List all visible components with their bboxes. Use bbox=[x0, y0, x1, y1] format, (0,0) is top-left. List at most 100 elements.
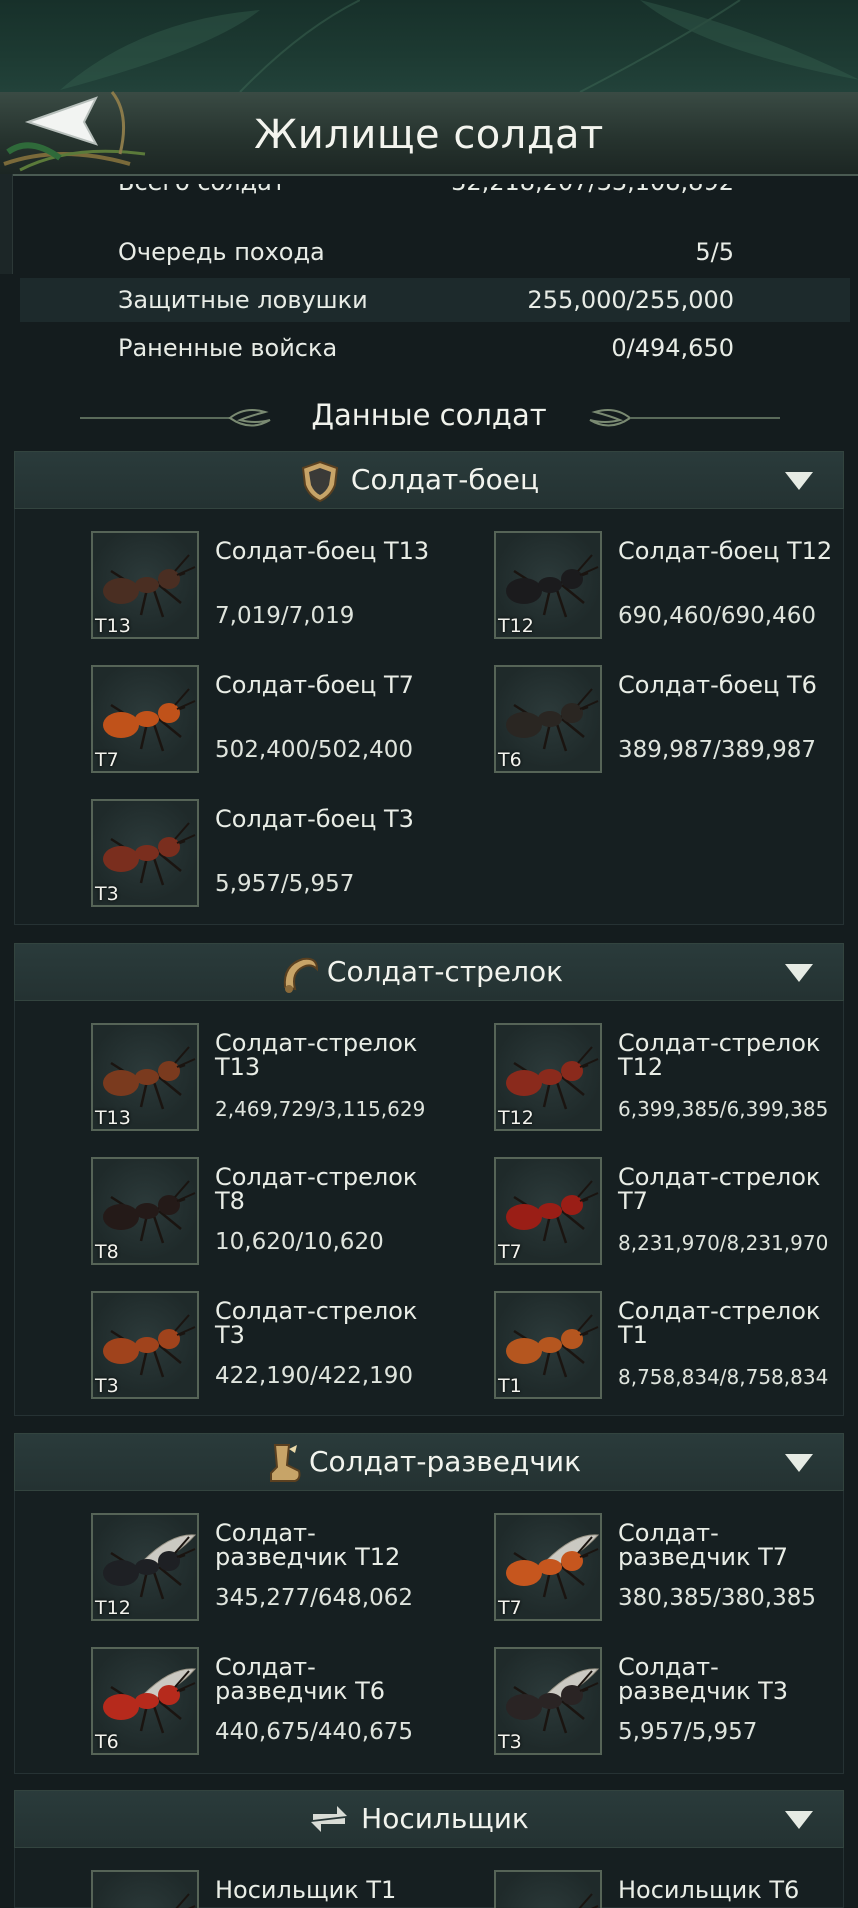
unit-thumbnail: T3 bbox=[494, 1647, 602, 1755]
unit-count: 7,019/7,019 bbox=[215, 603, 355, 629]
leaf-decoration-icon bbox=[579, 0, 858, 92]
unit-card[interactable]: T8 Солдат-стрелок T8 10,620/10,620 bbox=[15, 1157, 417, 1269]
stat-value: 5/5 bbox=[695, 238, 734, 266]
unit-card[interactable]: T13 Солдат-боец T13 7,019/7,019 bbox=[15, 531, 429, 643]
chevron-down-icon bbox=[785, 1811, 813, 1829]
page-title: Жилище солдат bbox=[254, 112, 604, 158]
tier-badge: T12 bbox=[498, 615, 534, 637]
tier-badge: T6 bbox=[95, 1731, 119, 1753]
unit-name: Солдат-боец T13 bbox=[215, 537, 430, 565]
unit-thumbnail: T13 bbox=[91, 1023, 199, 1131]
unit-thumbnail: T12 bbox=[91, 1513, 199, 1621]
unit-name: Солдат-стрелок T8 bbox=[215, 1163, 418, 1215]
category-body-fighter: T13 Солдат-боец T13 7,019/7,019 T12 Солд… bbox=[14, 509, 844, 925]
unit-thumbnail: T3 bbox=[91, 799, 199, 907]
unit-thumbnail: T7 bbox=[494, 1157, 602, 1265]
unit-count: 2,469,729/3,115,629 bbox=[215, 1097, 426, 1121]
tier-badge: T3 bbox=[498, 1731, 522, 1753]
category-header-shooter[interactable]: Солдат-стрелок bbox=[14, 943, 844, 1001]
section-caption: Данные солдат bbox=[0, 396, 858, 436]
unit-card[interactable]: Носильщик T11 bbox=[15, 1870, 395, 1908]
unit-thumbnail: T1 bbox=[494, 1291, 602, 1399]
stat-label: Всего солдат bbox=[118, 184, 286, 196]
ant-icon bbox=[578, 1893, 599, 1908]
unit-card[interactable]: T3 Солдат-стрелок T3 422,190/422,190 bbox=[15, 1291, 417, 1403]
category-title: Солдат-боец bbox=[350, 463, 540, 496]
unit-thumbnail bbox=[91, 1870, 199, 1908]
unit-thumbnail: T13 bbox=[91, 531, 199, 639]
chevron-down-icon bbox=[785, 964, 813, 982]
tier-badge: T7 bbox=[498, 1241, 522, 1263]
unit-count: 422,190/422,190 bbox=[215, 1363, 413, 1389]
unit-name: Солдат-стрелок T13 bbox=[215, 1029, 418, 1081]
unit-card[interactable]: T3 Солдат-разведчик T3 5,957/5,957 bbox=[418, 1647, 798, 1759]
unit-card[interactable]: T6 Солдат-разведчик T6 440,675/440,675 bbox=[15, 1647, 413, 1759]
tier-badge: T7 bbox=[95, 749, 119, 771]
stat-row-traps: Защитные ловушки 255,000/255,000 bbox=[20, 278, 850, 322]
unit-name: Солдат-разведчик T12 bbox=[215, 1519, 401, 1571]
unit-card[interactable]: T12 Солдат-боец T12 690,460/690,460 bbox=[418, 531, 832, 643]
category-title: Солдат-разведчик bbox=[308, 1445, 582, 1478]
unit-name: Солдат-стрелок T7 bbox=[618, 1163, 821, 1215]
stat-value: 0/494,650 bbox=[611, 334, 734, 362]
top-background bbox=[0, 0, 858, 92]
unit-thumbnail: T6 bbox=[494, 665, 602, 773]
tier-badge: T6 bbox=[498, 749, 522, 771]
tier-badge: T13 bbox=[95, 615, 131, 637]
unit-card[interactable]: T13 Солдат-стрелок T13 2,469,729/3,115,6… bbox=[15, 1023, 425, 1135]
ornament-right-icon bbox=[589, 409, 780, 427]
leaf-decoration-icon bbox=[60, 0, 360, 92]
unit-name: Солдат-боец T3 bbox=[215, 805, 414, 833]
header-bar: Жилище солдат bbox=[0, 91, 858, 176]
category-title: Солдат-стрелок bbox=[326, 955, 564, 988]
tier-badge: T1 bbox=[498, 1375, 522, 1397]
stat-row-wounded: Раненные войска 0/494,650 bbox=[20, 326, 850, 370]
chevron-down-icon bbox=[785, 1454, 813, 1472]
side-rail bbox=[0, 174, 13, 274]
stat-value: 32,218,207/33,108,892 bbox=[451, 184, 734, 196]
stat-label: Защитные ловушки bbox=[118, 286, 368, 314]
unit-count: 8,758,834/8,758,834 bbox=[618, 1365, 829, 1389]
unit-card[interactable]: T12 Солдат-разведчик T12 345,277/648,062 bbox=[15, 1513, 413, 1625]
category-header-fighter[interactable]: Солдат-боец bbox=[14, 451, 844, 509]
unit-card[interactable]: T3 Солдат-боец T3 5,957/5,957 bbox=[15, 799, 414, 911]
unit-card[interactable]: T1 Солдат-стрелок T1 8,758,834/8,758,834 bbox=[418, 1291, 828, 1403]
unit-thumbnail: T8 bbox=[91, 1157, 199, 1265]
unit-count: 440,675/440,675 bbox=[215, 1719, 413, 1745]
unit-name: Носильщик T11 bbox=[215, 1876, 395, 1904]
tier-badge: T7 bbox=[498, 1597, 522, 1619]
category-header-scout[interactable]: Солдат-разведчик bbox=[14, 1433, 844, 1491]
category-header-carrier[interactable]: Носильщик bbox=[14, 1790, 844, 1848]
tier-badge: T13 bbox=[95, 1107, 131, 1129]
chevron-down-icon bbox=[785, 472, 813, 490]
unit-card[interactable]: T12 Солдат-стрелок T12 6,399,385/6,399,3… bbox=[418, 1023, 828, 1135]
stat-row-total: Всего солдат 32,218,207/33,108,892 bbox=[20, 184, 850, 218]
stat-label: Раненные войска bbox=[118, 334, 338, 362]
unit-count: 380,385/380,385 bbox=[618, 1585, 816, 1611]
tier-badge: T12 bbox=[95, 1597, 131, 1619]
unit-name: Солдат-боец T12 bbox=[618, 537, 833, 565]
unit-name: Солдат-боец T6 bbox=[618, 671, 817, 699]
tier-badge: T12 bbox=[498, 1107, 534, 1129]
unit-name: Носильщик T6 bbox=[618, 1876, 798, 1904]
unit-card[interactable]: T7 Солдат-стрелок T7 8,231,970/8,231,970 bbox=[418, 1157, 828, 1269]
unit-card[interactable]: T6 Солдат-боец T6 389,987/389,987 bbox=[418, 665, 817, 777]
unit-count: 10,620/10,620 bbox=[215, 1229, 384, 1255]
stat-row-march-queue: Очередь похода 5/5 bbox=[20, 230, 850, 274]
unit-card[interactable]: Носильщик T6 bbox=[418, 1870, 798, 1908]
unit-count: 690,460/690,460 bbox=[618, 603, 816, 629]
category-body-scout: T12 Солдат-разведчик T12 345,277/648,062… bbox=[14, 1491, 844, 1774]
unit-card[interactable]: T7 Солдат-боец T7 502,400/502,400 bbox=[15, 665, 414, 777]
tier-badge: T3 bbox=[95, 883, 119, 905]
unit-thumbnail bbox=[494, 1870, 602, 1908]
category-body-shooter: T13 Солдат-стрелок T13 2,469,729/3,115,6… bbox=[14, 1001, 844, 1416]
stat-label: Очередь похода bbox=[118, 238, 325, 266]
unit-count: 345,277/648,062 bbox=[215, 1585, 413, 1611]
unit-card[interactable]: T7 Солдат-разведчик T7 380,385/380,385 bbox=[418, 1513, 816, 1625]
unit-thumbnail: T7 bbox=[494, 1513, 602, 1621]
unit-count: 8,231,970/8,231,970 bbox=[618, 1231, 829, 1255]
ant-icon bbox=[175, 1893, 196, 1908]
unit-name: Солдат-разведчик T7 bbox=[618, 1519, 789, 1571]
unit-count: 389,987/389,987 bbox=[618, 737, 816, 763]
unit-count: 6,399,385/6,399,385 bbox=[618, 1097, 829, 1121]
